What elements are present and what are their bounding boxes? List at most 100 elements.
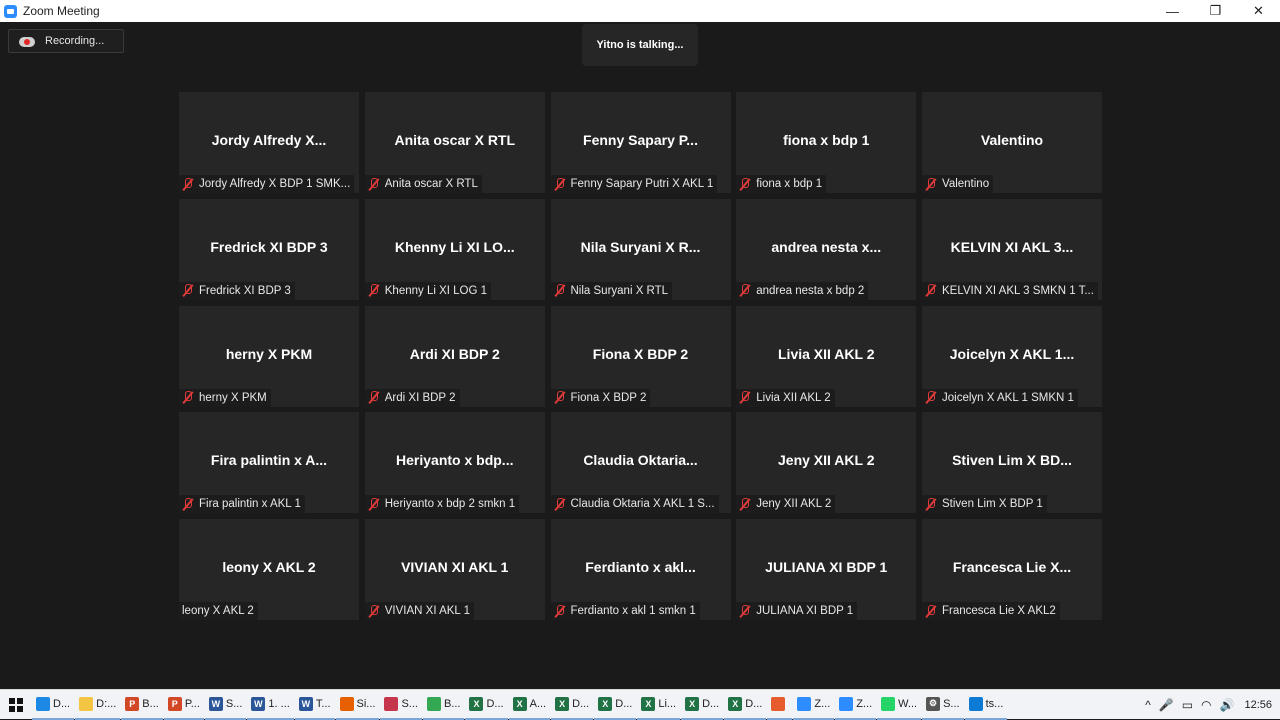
- taskbar-item[interactable]: X D...: [465, 690, 508, 720]
- participant-tile[interactable]: VIVIAN XI AKL 1 VIVIAN XI AKL 1: [364, 519, 545, 620]
- participant-display-name: Fenny Sapary P...: [583, 132, 698, 148]
- participant-name-label: Joicelyn X AKL 1 SMKN 1: [922, 388, 1078, 407]
- window-controls: — ❐ ✕: [1151, 0, 1280, 22]
- participant-tile[interactable]: Livia XII AKL 2 Livia XII AKL 2: [736, 305, 917, 407]
- participant-name: Ferdianto x akl 1 smkn 1: [570, 605, 696, 617]
- taskbar-item[interactable]: B...: [422, 690, 465, 720]
- taskbar-item[interactable]: D...: [32, 690, 75, 720]
- recording-indicator[interactable]: Recording...: [8, 29, 124, 53]
- participant-display-name: Valentino: [980, 132, 1044, 148]
- participant-name-label: Claudia Oktaria X AKL 1 S...: [550, 495, 719, 514]
- microphone-muted-icon: [554, 177, 566, 191]
- participant-tile[interactable]: Francesca Lie X... Francesca Lie X AKL2: [922, 519, 1102, 620]
- start-button[interactable]: [0, 690, 32, 720]
- microphone-muted-icon: [925, 391, 937, 404]
- microphone-muted-icon: [182, 177, 194, 191]
- excel-icon: X: [469, 696, 484, 711]
- close-button[interactable]: ✕: [1237, 0, 1280, 22]
- taskbar-item[interactable]: X D...: [724, 690, 767, 720]
- microphone-muted-icon: [368, 604, 380, 618]
- taskbar-item[interactable]: S...: [380, 690, 422, 720]
- chevron-up-icon[interactable]: ^: [1145, 698, 1151, 712]
- microphone-muted-icon: [925, 177, 937, 191]
- participant-tile[interactable]: KELVIN XI AKL 3... KELVIN XI AKL 3 SMKN 1…: [922, 198, 1102, 300]
- participant-name-label: andrea nesta x bdp 2: [736, 281, 869, 300]
- participant-tile[interactable]: Heriyanto x bdp... Heriyanto x bdp 2 smkn…: [364, 412, 545, 514]
- wifi-icon[interactable]: ◠: [1201, 698, 1211, 712]
- participant-name-label: Fiona X BDP 2: [550, 388, 651, 407]
- taskbar-item[interactable]: X D...: [551, 690, 594, 720]
- taskbar-item[interactable]: Z...: [793, 690, 835, 720]
- battery-icon[interactable]: ▭: [1182, 698, 1193, 712]
- participant-display-name: KELVIN XI AKL 3...: [950, 238, 1074, 255]
- participant-tile[interactable]: JULIANA XI BDP 1 JULIANA XI BDP 1: [736, 519, 917, 620]
- taskbar-item[interactable]: P B...: [121, 690, 163, 720]
- participant-tile[interactable]: Fiona X BDP 2 Fiona X BDP 2: [550, 305, 731, 407]
- participant-tile[interactable]: Fredrick XI BDP 3 Fredrick XI BDP 3: [179, 198, 359, 300]
- taskbar-item[interactable]: Z...: [835, 690, 877, 720]
- participant-tile[interactable]: Fenny Sapary P... Fenny Sapary Putri X AK…: [550, 92, 731, 193]
- participant-tile[interactable]: andrea nesta x... andrea nesta x bdp 2: [736, 198, 917, 300]
- participant-tile[interactable]: Fira palintin x A... Fira palintin x AKL …: [179, 412, 359, 514]
- participant-name: Anita oscar X RTL: [384, 178, 478, 190]
- taskbar-item-label: D:...: [96, 697, 117, 710]
- participant-display-name: fiona x bdp 1: [783, 132, 870, 148]
- participant-tile[interactable]: Claudia Oktaria... Claudia Oktaria X AKL …: [550, 412, 731, 514]
- taskbar-item[interactable]: X A...: [508, 690, 551, 720]
- participant-tile[interactable]: Jordy Alfredy X... Jordy Alfredy X BDP 1 …: [179, 92, 359, 193]
- taskbar-item[interactable]: P P...: [163, 690, 204, 720]
- participant-tile[interactable]: leony X AKL 2 leony X AKL 2: [179, 519, 359, 620]
- taskbar-item-label: D...: [745, 697, 763, 710]
- participant-tile[interactable]: Jeny XII AKL 2 Jeny XII AKL 2: [736, 412, 917, 514]
- taskbar-item-label: D...: [486, 697, 504, 710]
- recording-label: Recording...: [45, 35, 105, 47]
- window-title: Zoom Meeting: [23, 4, 100, 18]
- taskbar-item[interactable]: ts...: [964, 690, 1008, 720]
- participant-name-label: Ardi XI BDP 2: [364, 388, 460, 407]
- volume-icon[interactable]: 🔊: [1220, 698, 1235, 712]
- microphone-icon[interactable]: 🎤: [1159, 698, 1174, 712]
- gallery-view: Jordy Alfredy X... Jordy Alfredy X BDP 1 …: [179, 92, 1102, 620]
- taskbar-item-label: Z...: [814, 697, 831, 710]
- taskbar-item[interactable]: Si...: [335, 690, 380, 720]
- word-icon: W: [251, 696, 266, 711]
- participant-tile[interactable]: herny X PKM herny X PKM: [179, 305, 359, 407]
- restore-button[interactable]: ❐: [1194, 0, 1237, 22]
- taskbar-item-label: S...: [225, 697, 243, 710]
- taskbar-item[interactable]: X Li...: [637, 690, 681, 720]
- excel-icon: X: [512, 696, 527, 711]
- taskbar-item[interactable]: W S...: [204, 690, 247, 720]
- taskbar-item[interactable]: X D...: [681, 690, 724, 720]
- taskbar-item[interactable]: W T...: [294, 690, 335, 720]
- participant-name: leony X AKL 2: [182, 605, 254, 617]
- participant-tile[interactable]: fiona x bdp 1 fiona x bdp 1: [736, 92, 917, 193]
- participant-tile[interactable]: Nila Suryani X R... Nila Suryani X RTL: [550, 198, 731, 300]
- participant-tile[interactable]: Khenny Li XI LO... Khenny Li XI LOG 1: [364, 198, 545, 300]
- participant-display-name: Nila Suryani X R...: [580, 238, 701, 255]
- participant-tile[interactable]: Stiven Lim X BD... Stiven Lim X BDP 1: [922, 412, 1102, 514]
- taskbar-item[interactable]: X D...: [594, 690, 637, 720]
- participant-tile[interactable]: Valentino Valentino: [922, 92, 1102, 193]
- taskbar-item[interactable]: D:...: [75, 690, 121, 720]
- participant-display-name: Francesca Lie X...: [952, 559, 1072, 575]
- taskbar-item-label: S...: [943, 697, 960, 710]
- taskbar-item[interactable]: W 1. ...: [247, 690, 294, 720]
- participant-tile[interactable]: Joicelyn X AKL 1... Joicelyn X AKL 1 SMKN…: [922, 305, 1102, 407]
- taskbar-item[interactable]: ⚙ S...: [922, 690, 964, 720]
- participant-tile[interactable]: Ardi XI BDP 2 Ardi XI BDP 2: [364, 305, 545, 407]
- participant-display-name: Heriyanto x bdp...: [396, 452, 514, 469]
- clock[interactable]: 12:56: [1244, 699, 1272, 711]
- minimize-button[interactable]: —: [1151, 0, 1194, 22]
- participant-name: andrea nesta x bdp 2: [756, 284, 865, 297]
- zoom-icon: [797, 696, 812, 711]
- participant-name: Khenny Li XI LOG 1: [384, 284, 488, 297]
- taskbar-item[interactable]: W...: [877, 690, 922, 720]
- participant-name: Fenny Sapary Putri X AKL 1: [570, 178, 714, 190]
- taskbar-item-label: P...: [184, 697, 200, 710]
- taskbar-item[interactable]: [767, 690, 793, 720]
- participant-name: Fira palintin x AKL 1: [199, 498, 301, 511]
- participant-tile[interactable]: Ferdianto x akl... Ferdianto x akl 1 smkn…: [550, 519, 731, 620]
- participant-tile[interactable]: Anita oscar X RTL Anita oscar X RTL: [364, 92, 545, 193]
- microphone-muted-icon: [182, 391, 194, 404]
- participant-name-label: Khenny Li XI LOG 1: [364, 281, 492, 300]
